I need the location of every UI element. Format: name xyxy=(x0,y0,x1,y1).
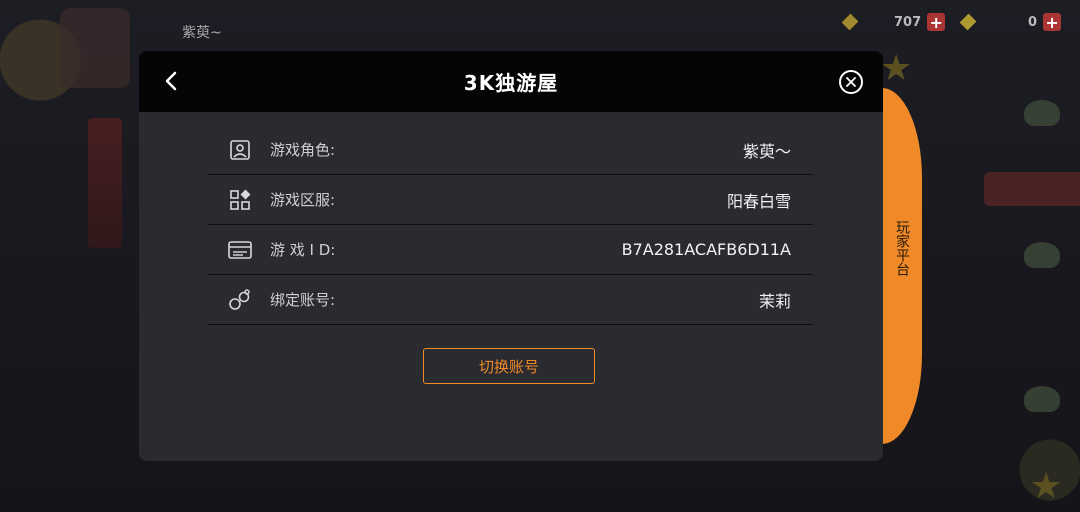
role-label: 游戏角色: xyxy=(270,141,336,159)
add-gold-icon[interactable]: + xyxy=(927,13,946,32)
server-value: 阳春白雪 xyxy=(726,191,791,211)
gold-gem-icon xyxy=(841,13,859,31)
star-icon: ★ xyxy=(880,48,913,89)
user-card-icon xyxy=(228,138,252,162)
sprout-icon xyxy=(1024,242,1060,268)
player-name: 紫萸~ xyxy=(182,25,222,41)
switch-account-button[interactable]: 切换账号 xyxy=(423,348,595,384)
game-id-value: B7A281ACAFB6D11A xyxy=(621,240,791,259)
jianghu-banner xyxy=(984,172,1080,206)
gold-amount: 707 xyxy=(894,14,922,30)
add-ingot-icon[interactable]: + xyxy=(1043,13,1062,32)
server-label: 游戏区服: xyxy=(270,191,336,209)
bound-account-label: 绑定账号: xyxy=(270,291,336,309)
gold-currency: 707 + xyxy=(841,10,946,34)
modal-title: 3K独游屋 xyxy=(463,71,559,95)
hanging-ornament xyxy=(88,118,122,248)
role-value: 紫萸～ xyxy=(742,141,791,161)
player-platform-tab-label: 玩家平台 xyxy=(894,220,910,276)
info-row-server: 游戏区服: 阳春白雪 xyxy=(208,175,813,225)
back-button[interactable] xyxy=(157,67,185,95)
ingot-amount: 0 xyxy=(1028,14,1038,30)
server-grid-icon xyxy=(228,188,252,212)
info-row-bound-account: 绑定账号: 茉莉 xyxy=(208,275,813,325)
account-info-modal: 3K独游屋 游戏角色: 紫萸～ 游戏区服: 阳春白雪 游 戏 I D: B7A2… xyxy=(139,51,883,461)
id-card-icon xyxy=(228,238,252,262)
sprout-icon xyxy=(1024,386,1060,412)
modal-header: 3K独游屋 xyxy=(139,51,883,112)
player-platform-tab[interactable]: 玩家平台 xyxy=(882,88,922,444)
info-row-game-id: 游 戏 I D: B7A281ACAFB6D11A xyxy=(208,225,813,275)
bound-account-value: 茉莉 xyxy=(758,291,791,311)
close-button[interactable] xyxy=(839,70,863,94)
info-row-role: 游戏角色: 紫萸～ xyxy=(208,125,813,175)
sprout-icon xyxy=(1024,100,1060,126)
player-avatar xyxy=(60,8,130,88)
ingot-currency: 0 + xyxy=(959,10,1062,34)
chevron-left-icon xyxy=(165,71,177,91)
ingot-icon xyxy=(959,13,977,31)
star-icon: ★ xyxy=(1030,466,1063,507)
game-id-label: 游 戏 I D: xyxy=(270,241,336,259)
close-icon xyxy=(846,77,856,87)
link-account-icon xyxy=(228,288,252,312)
account-info-list: 游戏角色: 紫萸～ 游戏区服: 阳春白雪 游 戏 I D: B7A281ACAF… xyxy=(208,125,813,325)
